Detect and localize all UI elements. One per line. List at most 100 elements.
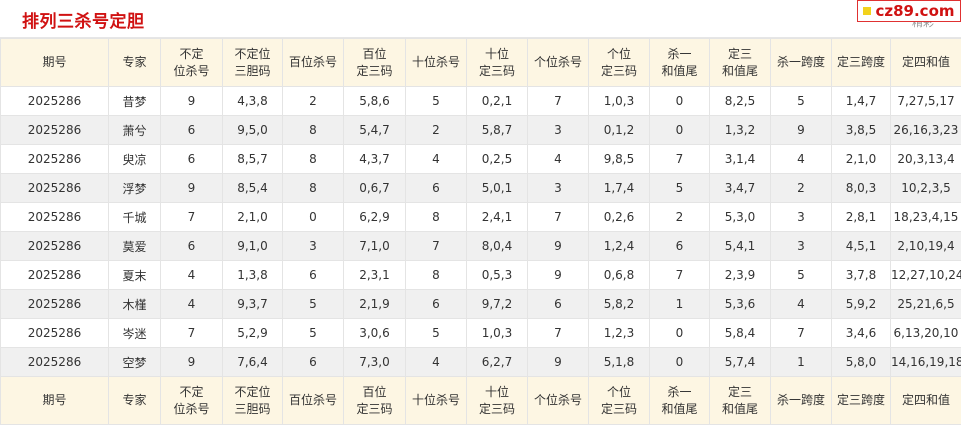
column-header: 杀一跨度 xyxy=(771,377,832,425)
table-cell: 2025286 xyxy=(1,348,109,377)
table-cell: 7,6,4 xyxy=(223,348,283,377)
table-cell: 9 xyxy=(528,232,589,261)
table-cell: 5,7,4 xyxy=(710,348,771,377)
table-cell: 1,0,3 xyxy=(589,87,650,116)
table-cell: 0,2,6 xyxy=(589,203,650,232)
table-cell: 9 xyxy=(161,174,223,203)
column-header-text: 十位 xyxy=(485,47,509,61)
column-header-text: 定三跨度 xyxy=(837,393,885,407)
column-header-text: 杀一跨度 xyxy=(777,55,825,69)
table-cell: 8 xyxy=(283,116,344,145)
table-cell: 2,8,1 xyxy=(832,203,891,232)
table-cell: 2,1,9 xyxy=(344,290,406,319)
column-header-text: 不定 xyxy=(179,47,203,61)
table-cell: 2 xyxy=(650,203,710,232)
table-cell: 3 xyxy=(283,232,344,261)
table-cell: 7,3,0 xyxy=(344,348,406,377)
table-cell: 3 xyxy=(528,116,589,145)
table-cell: 4 xyxy=(406,348,467,377)
table-row: 2025286木槿49,3,752,1,969,7,265,8,215,3,64… xyxy=(1,290,961,319)
table-cell: 6,2,7 xyxy=(467,348,528,377)
table-cell: 7 xyxy=(650,261,710,290)
table-cell: 9 xyxy=(528,348,589,377)
column-header-text: 定三码 xyxy=(356,64,392,78)
column-header: 不定位杀号 xyxy=(161,39,223,87)
table-cell: 2,3,9 xyxy=(710,261,771,290)
column-header: 百位杀号 xyxy=(283,39,344,87)
column-header-text: 和值尾 xyxy=(661,64,697,78)
table-cell: 0 xyxy=(650,87,710,116)
column-header: 十位杀号 xyxy=(406,377,467,425)
table-cell: 8 xyxy=(283,145,344,174)
column-header-text: 三胆码 xyxy=(234,402,270,416)
table-cell: 4,3,7 xyxy=(344,145,406,174)
column-header-text: 定三码 xyxy=(356,402,392,416)
table-footer-header-row: 期号专家不定位杀号不定位三胆码百位杀号百位定三码十位杀号十位定三码个位杀号个位定… xyxy=(1,377,961,425)
table-cell: 6 xyxy=(283,261,344,290)
column-header: 不定位杀号 xyxy=(161,377,223,425)
title-bar: 排列三杀号定胆 精彩 cz89.com xyxy=(0,0,961,38)
table-cell: 5,4,1 xyxy=(710,232,771,261)
column-header-text: 定三跨度 xyxy=(837,55,885,69)
column-header: 专家 xyxy=(109,377,161,425)
column-header: 个位杀号 xyxy=(528,377,589,425)
table-cell: 5,8,4 xyxy=(710,319,771,348)
table-cell: 7 xyxy=(528,203,589,232)
table-cell: 9,7,2 xyxy=(467,290,528,319)
table-cell: 萧兮 xyxy=(109,116,161,145)
site-logo[interactable]: cz89.com xyxy=(857,0,961,22)
table-cell: 5,0,1 xyxy=(467,174,528,203)
column-header-text: 不定 xyxy=(179,385,203,399)
table-cell: 7,27,5,17 xyxy=(891,87,961,116)
column-header: 期号 xyxy=(1,39,109,87)
table-row: 2025286岑迷75,2,953,0,651,0,371,2,305,8,47… xyxy=(1,319,961,348)
table-cell: 3,4,6 xyxy=(832,319,891,348)
table-cell: 9,1,0 xyxy=(223,232,283,261)
column-header-text: 个位杀号 xyxy=(534,393,582,407)
table-cell: 9 xyxy=(528,261,589,290)
table-cell: 7,1,0 xyxy=(344,232,406,261)
column-header-text: 百位杀号 xyxy=(289,55,337,69)
table-cell: 2025286 xyxy=(1,232,109,261)
column-header-text: 定四和值 xyxy=(902,393,950,407)
table-cell: 2,4,1 xyxy=(467,203,528,232)
table-cell: 2,10,19,4 xyxy=(891,232,961,261)
table-cell: 2,1,0 xyxy=(832,145,891,174)
table-cell: 1,3,8 xyxy=(223,261,283,290)
table-cell: 5 xyxy=(771,87,832,116)
table-cell: 0,2,1 xyxy=(467,87,528,116)
table-cell: 2 xyxy=(406,116,467,145)
table-row: 2025286昔梦94,3,825,8,650,2,171,0,308,2,55… xyxy=(1,87,961,116)
table-cell: 1 xyxy=(650,290,710,319)
column-header-text: 个位杀号 xyxy=(534,55,582,69)
table-cell: 14,16,19,18 xyxy=(891,348,961,377)
table-cell: 5,9,2 xyxy=(832,290,891,319)
column-header-text: 百位 xyxy=(362,385,386,399)
table-cell: 昔梦 xyxy=(109,87,161,116)
table-cell: 1,7,4 xyxy=(589,174,650,203)
column-header-text: 位杀号 xyxy=(173,402,209,416)
column-header-text: 个位 xyxy=(607,47,631,61)
table-cell: 臾凉 xyxy=(109,145,161,174)
column-header-text: 和值尾 xyxy=(722,402,758,416)
table-cell: 9,5,0 xyxy=(223,116,283,145)
column-header-text: 期号 xyxy=(42,393,66,407)
table-row: 2025286千城72,1,006,2,982,4,170,2,625,3,03… xyxy=(1,203,961,232)
table-cell: 0,6,8 xyxy=(589,261,650,290)
column-header: 定三和值尾 xyxy=(710,39,771,87)
column-header: 不定位三胆码 xyxy=(223,39,283,87)
table-cell: 5,3,0 xyxy=(710,203,771,232)
table-cell: 2025286 xyxy=(1,261,109,290)
column-header: 十位定三码 xyxy=(467,39,528,87)
column-header: 杀一和值尾 xyxy=(650,39,710,87)
column-header: 杀一跨度 xyxy=(771,39,832,87)
table-cell: 5,2,9 xyxy=(223,319,283,348)
table-row: 2025286萧兮69,5,085,4,725,8,730,1,201,3,29… xyxy=(1,116,961,145)
table-cell: 莫爱 xyxy=(109,232,161,261)
table-cell: 7 xyxy=(161,203,223,232)
column-header-text: 百位杀号 xyxy=(289,393,337,407)
table-cell: 7 xyxy=(161,319,223,348)
table-cell: 7 xyxy=(771,319,832,348)
column-header-text: 百位 xyxy=(362,47,386,61)
column-header-text: 个位 xyxy=(607,385,631,399)
